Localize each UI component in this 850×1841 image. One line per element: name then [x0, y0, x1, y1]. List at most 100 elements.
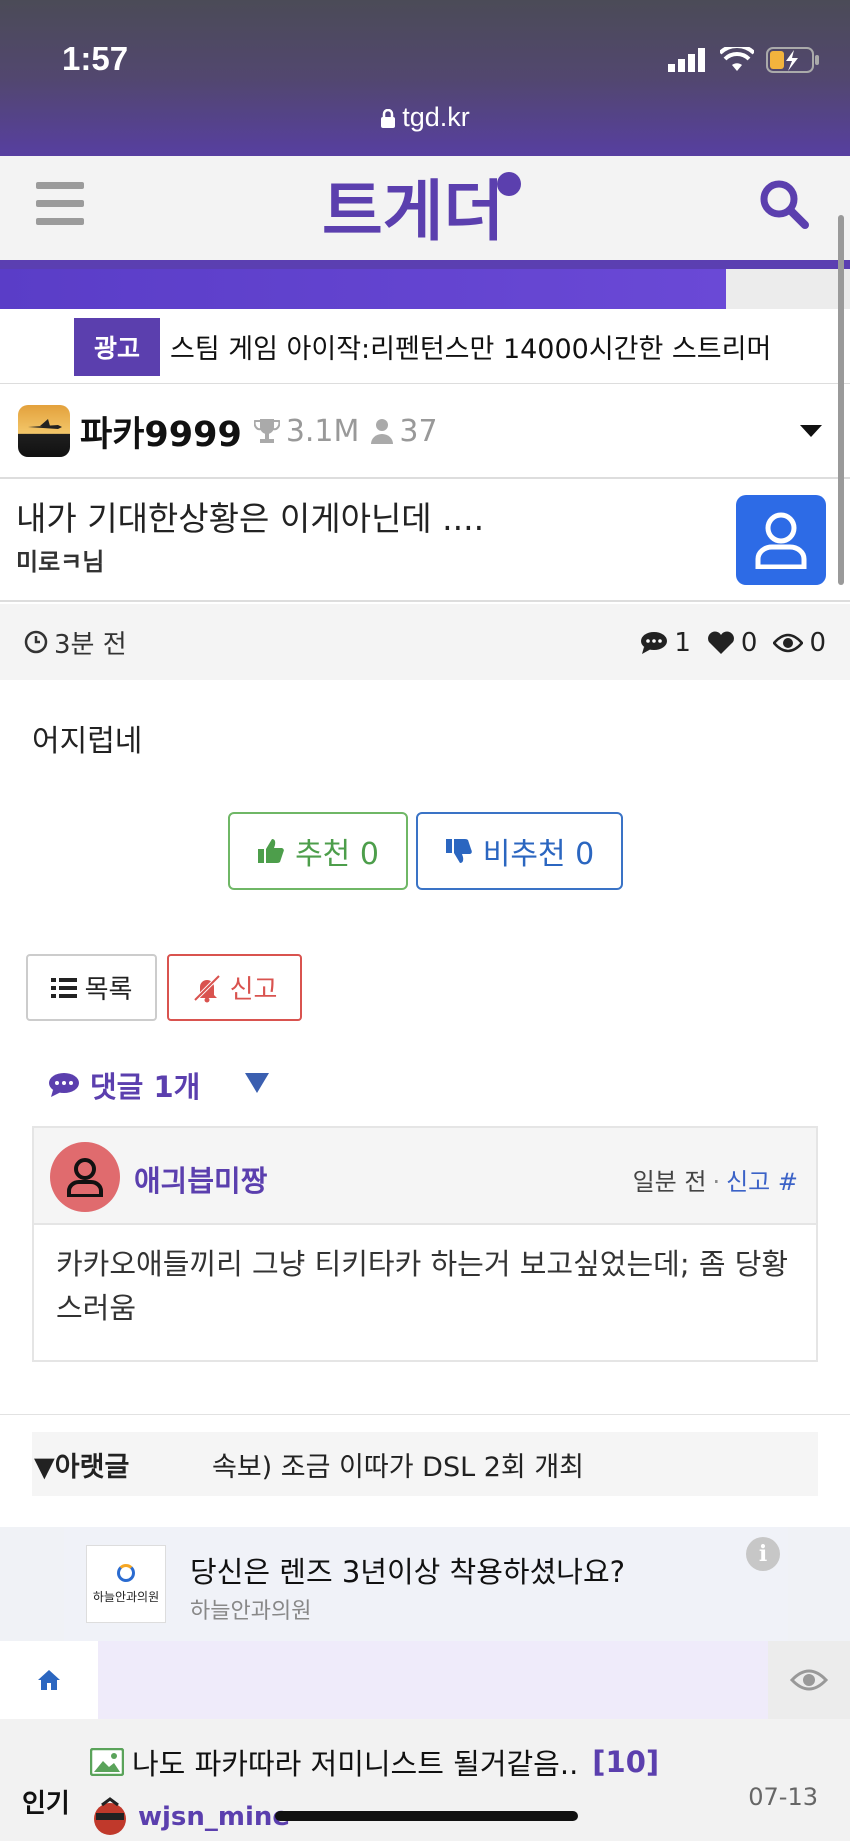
ad-sponsor: 하늘안과의원 — [190, 1599, 312, 1624]
comments-count: 댓글 1개 — [90, 1070, 201, 1104]
comment-text: 카카오애들끼리 그냥 티키타카 하는거 보고싶었는데; 좀 당황스러움 — [56, 1247, 789, 1325]
ad-line[interactable]: 광고 스팀 게임 아이작:리펜턴스만 14000시간한 스트리머 — [0, 310, 850, 384]
post-stats: 1 0 0 — [640, 628, 826, 658]
image-icon — [90, 1748, 124, 1776]
user-icon — [755, 512, 807, 569]
user-profile-button[interactable] — [736, 495, 826, 585]
post-author[interactable]: 미로ㅋ님 — [16, 542, 104, 577]
home-indicator — [275, 1811, 578, 1821]
channel-points-value: 3.1M — [285, 413, 360, 449]
info-icon[interactable]: i — [746, 1537, 780, 1571]
comment-report-link[interactable]: 신고 — [726, 1168, 770, 1196]
popular-title: 나도 파카따라 저미니스트 될거같음.. — [132, 1747, 579, 1781]
post-time-text: 3분 전 — [54, 629, 127, 660]
menu-icon[interactable] — [36, 182, 84, 226]
eye-icon — [790, 1669, 828, 1691]
progress-fill — [0, 269, 726, 309]
comment-header: 애긔븝미짱 일분 전 · 신고 # — [34, 1128, 816, 1225]
view-toggle-button[interactable] — [768, 1641, 850, 1719]
comment-icon — [641, 632, 668, 654]
status-icons — [668, 46, 820, 74]
status-bar: 1:57 tgd.kr — [0, 0, 850, 156]
chevron-down-icon[interactable] — [800, 425, 822, 437]
comment-author[interactable]: 애긔븝미짱 — [134, 1158, 267, 1200]
upvote-label: 추천 0 — [295, 837, 379, 872]
channel-name[interactable]: 파카9999 — [80, 406, 242, 457]
channel-row[interactable]: 파카9999 3.1M 37 — [0, 385, 850, 479]
bell-slash-icon — [193, 974, 220, 1002]
site-header: 트게더 — [0, 156, 850, 260]
ad-title[interactable]: 당신은 렌즈 3년이상 착용하셨나요? — [190, 1549, 625, 1591]
wifi-icon — [720, 47, 754, 71]
popular-author[interactable]: wjsn_mine — [90, 1797, 290, 1837]
thumbs-down-icon — [445, 839, 472, 863]
list-button[interactable]: 목록 — [26, 954, 157, 1021]
battery-icon — [766, 47, 819, 73]
channel-avatar[interactable] — [18, 405, 70, 457]
comment-time: 일분 전 — [632, 1168, 707, 1196]
scrollbar[interactable] — [838, 215, 844, 585]
url-text: tgd.kr — [402, 102, 470, 132]
url-bar[interactable]: tgd.kr — [0, 102, 850, 133]
upvote-button[interactable]: 추천 0 — [228, 812, 408, 890]
comment-count: 1 — [640, 628, 691, 658]
progress-bar — [0, 269, 850, 309]
status-time: 1:57 — [62, 40, 129, 77]
comment-icon — [49, 1073, 79, 1097]
comment-meta: 일분 전 · 신고 # — [632, 1168, 798, 1196]
like-count: 0 — [707, 628, 757, 658]
ad-banner[interactable]: 하늘안과의원 당신은 렌즈 3년이상 착용하셨나요? 하늘안과의원 i — [64, 1527, 788, 1641]
comments-header[interactable]: 댓글 1개 — [48, 1064, 200, 1106]
report-button[interactable]: 신고 — [167, 954, 302, 1021]
avatar[interactable] — [50, 1142, 120, 1212]
downvote-button[interactable]: 비추천 0 — [416, 812, 623, 890]
list-button-label: 목록 — [84, 975, 133, 1005]
next-post-label: ▼아랫글 — [34, 1451, 130, 1483]
bottom-toolbar — [0, 1641, 850, 1719]
popular-post[interactable]: 나도 파카따라 저미니스트 될거같음.. [10] — [90, 1741, 659, 1783]
ad-logo-text: 하늘안과의원 — [92, 1589, 160, 1604]
comments-toggle-icon[interactable] — [245, 1073, 269, 1093]
heart-icon — [707, 631, 734, 654]
lock-icon — [381, 108, 396, 128]
signal-icon — [668, 48, 705, 72]
popular-strip[interactable]: 인기 나도 파카따라 저미니스트 될거같음.. [10] wjsn_mine 07… — [0, 1719, 850, 1841]
report-button-label: 신고 — [229, 975, 278, 1005]
list-icon — [50, 977, 77, 998]
comment-permalink[interactable]: # — [778, 1168, 798, 1196]
popular-date: 07-13 — [748, 1783, 818, 1811]
downvote-label: 비추천 0 — [482, 837, 595, 872]
ad-badge: 광고 — [74, 317, 161, 376]
search-icon[interactable] — [758, 178, 810, 234]
channel-members-value: 37 — [399, 413, 438, 449]
channel-members: 37 — [371, 413, 438, 449]
post-header: 내가 기대한상황은 이게아닌데 .... 미로ㅋ님 — [0, 480, 850, 602]
trophy-icon — [253, 419, 280, 443]
airplane-icon — [28, 419, 62, 429]
site-logo[interactable]: 트게더 — [322, 170, 522, 250]
divider — [0, 1414, 850, 1415]
popular-author-name: wjsn_mine — [138, 1802, 291, 1832]
post-meta: 3분 전 1 0 0 — [0, 604, 850, 680]
post-body: 어지럽네 — [32, 724, 143, 759]
clock-icon — [24, 630, 48, 654]
comment-item: 애긔븝미짱 일분 전 · 신고 # 카카오애들끼리 그냥 티키타카 하는거 보고싶었… — [32, 1126, 818, 1362]
next-post-title[interactable]: 속보) 조금 이따가 DSL 2회 개최 — [212, 1445, 584, 1484]
avatar-icon — [94, 1797, 126, 1835]
eye-icon — [773, 633, 804, 653]
user-icon — [67, 1158, 103, 1197]
next-post-link[interactable]: ▼아랫글 속보) 조금 이따가 DSL 2회 개최 — [32, 1432, 818, 1496]
home-icon — [38, 1670, 60, 1690]
ad-logo: 하늘안과의원 — [86, 1545, 166, 1623]
person-icon — [371, 419, 394, 444]
post-time: 3분 전 — [24, 624, 127, 661]
popular-comment-count: [10] — [592, 1745, 660, 1779]
popular-label: 인기 — [22, 1789, 70, 1819]
ad-logo-mark — [117, 1563, 135, 1582]
thumbs-up-icon — [258, 839, 284, 863]
ad-line-text[interactable]: 스팀 게임 아이작:리펜턴스만 14000시간한 스트리머 — [170, 327, 771, 366]
post-title: 내가 기대한상황은 이게아닌데 .... — [16, 499, 485, 538]
home-button[interactable] — [0, 1641, 98, 1719]
channel-points: 3.1M — [253, 413, 360, 449]
view-count: 0 — [773, 628, 826, 658]
